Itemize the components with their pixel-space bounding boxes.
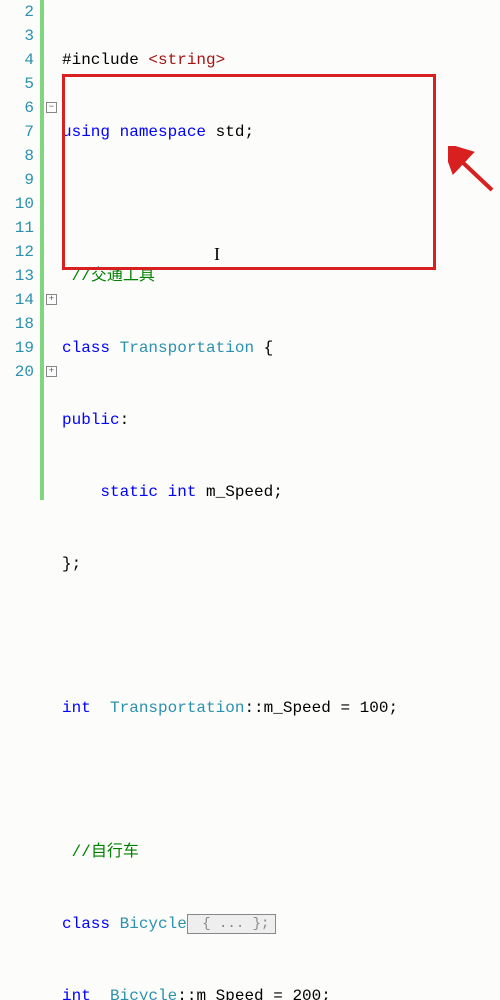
line-number: 8	[0, 144, 34, 168]
fold-gutter: − + +	[40, 0, 58, 500]
code-line[interactable]: //自行车	[62, 840, 500, 864]
line-number: 6	[0, 96, 34, 120]
fold-expand-icon[interactable]: +	[46, 294, 57, 305]
line-number: 11	[0, 216, 34, 240]
line-number: 13	[0, 264, 34, 288]
line-number: 20	[0, 360, 34, 384]
code-line[interactable]	[62, 192, 500, 216]
code-line[interactable]	[62, 624, 500, 648]
line-number: 19	[0, 336, 34, 360]
code-line[interactable]: };	[62, 552, 500, 576]
line-number: 12	[0, 240, 34, 264]
line-number: 18	[0, 312, 34, 336]
code-line[interactable]: using namespace std;	[62, 120, 500, 144]
line-number: 4	[0, 48, 34, 72]
fold-preview[interactable]: { ... };	[187, 914, 277, 934]
line-number: 2	[0, 0, 34, 24]
code-line[interactable]: class Transportation {	[62, 336, 500, 360]
code-line[interactable]: class Bicycle { ... };	[62, 912, 500, 936]
code-line[interactable]	[62, 768, 500, 792]
line-number: 7	[0, 120, 34, 144]
line-number: 14	[0, 288, 34, 312]
code-line[interactable]: int Bicycle::m_Speed = 200;	[62, 984, 500, 1000]
code-area[interactable]: #include <string> using namespace std; /…	[58, 0, 500, 500]
line-number: 5	[0, 72, 34, 96]
line-number: 3	[0, 24, 34, 48]
line-number-gutter: 2 3 4 5 6 7 8 9 10 11 12 13 14 18 19 20	[0, 0, 40, 500]
code-line[interactable]: //交通工具	[62, 264, 500, 288]
line-number: 10	[0, 192, 34, 216]
line-number: 9	[0, 168, 34, 192]
code-line[interactable]: public:	[62, 408, 500, 432]
fold-collapse-icon[interactable]: −	[46, 102, 57, 113]
fold-expand-icon[interactable]: +	[46, 366, 57, 377]
code-line[interactable]: int Transportation::m_Speed = 100;	[62, 696, 500, 720]
code-line[interactable]: #include <string>	[62, 48, 500, 72]
code-editor: 2 3 4 5 6 7 8 9 10 11 12 13 14 18 19 20 …	[0, 0, 500, 500]
code-line[interactable]: static int m_Speed;	[62, 480, 500, 504]
